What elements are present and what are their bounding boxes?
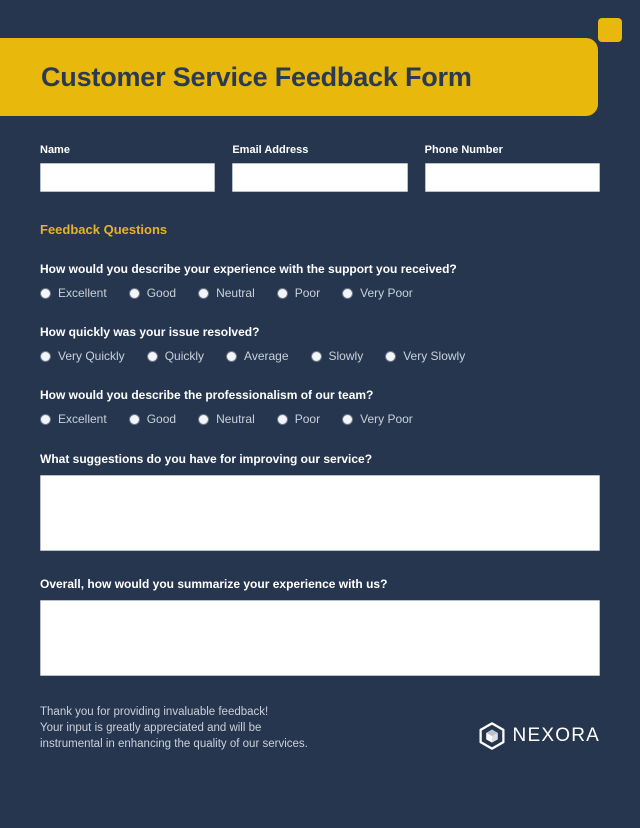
- header-banner: Customer Service Feedback Form: [0, 38, 598, 116]
- summary-textarea[interactable]: [40, 600, 600, 676]
- radio-option-label: Quickly: [164, 349, 205, 363]
- radio-icon[interactable]: [385, 350, 397, 362]
- page-footer: Thank you for providing invaluable feedb…: [40, 704, 600, 752]
- field-label-phone: Phone Number: [424, 144, 503, 156]
- radio-option[interactable]: Excellent: [40, 412, 107, 426]
- radio-icon[interactable]: [128, 413, 140, 425]
- radio-option[interactable]: Very Poor: [342, 286, 413, 300]
- field-label-email: Email Address: [232, 144, 309, 156]
- radio-option-label: Excellent: [58, 286, 107, 300]
- radio-option[interactable]: Quickly: [146, 349, 205, 363]
- suggestions-textarea[interactable]: [40, 475, 600, 551]
- radio-icon[interactable]: [40, 350, 51, 362]
- question-text: How would you describe your experience w…: [40, 262, 457, 276]
- radio-icon[interactable]: [128, 287, 140, 299]
- question-text: Overall, how would you summarize your ex…: [40, 577, 388, 591]
- field-email: Email Address: [232, 144, 408, 192]
- question-text: What suggestions do you have for improvi…: [40, 452, 373, 466]
- footer-message: Thank you for providing invaluable feedb…: [40, 704, 308, 752]
- radio-option-label: Neutral: [216, 286, 255, 300]
- options-row: Excellent Good Neutral Poor Very Poor: [40, 412, 600, 426]
- radio-option-label: Neutral: [216, 412, 255, 426]
- radio-icon[interactable]: [342, 287, 354, 299]
- radio-icon[interactable]: [310, 350, 322, 362]
- options-row: Excellent Good Neutral Poor Very Poor: [40, 286, 600, 300]
- question-resolution-speed: How quickly was your issue resolved? Ver…: [40, 325, 600, 363]
- page-title: Customer Service Feedback Form: [41, 61, 472, 92]
- radio-option[interactable]: Poor: [276, 286, 321, 300]
- radio-icon[interactable]: [342, 413, 354, 425]
- radio-icon[interactable]: [198, 413, 210, 425]
- radio-icon[interactable]: [40, 413, 51, 425]
- radio-option[interactable]: Neutral: [198, 286, 255, 300]
- brand-logo: NEXORA: [478, 722, 600, 750]
- options-row: Very Quickly Quickly Average Slowly Very…: [40, 349, 600, 363]
- section-title-feedback-questions: Feedback Questions: [40, 222, 168, 237]
- radio-icon[interactable]: [146, 350, 158, 362]
- radio-icon[interactable]: [276, 413, 288, 425]
- question-experience: How would you describe your experience w…: [40, 262, 600, 300]
- field-label-name: Name: [40, 144, 70, 156]
- radio-option-label: Average: [244, 349, 289, 363]
- radio-option[interactable]: Poor: [276, 412, 321, 426]
- question-professionalism: How would you describe the professionali…: [40, 388, 600, 426]
- radio-option-label: Good: [146, 286, 177, 300]
- question-text: How would you describe the professionali…: [40, 388, 374, 402]
- radio-option[interactable]: Average: [226, 349, 289, 363]
- email-input[interactable]: [232, 163, 408, 192]
- radio-icon[interactable]: [40, 287, 51, 299]
- brand-name: NEXORA: [512, 725, 600, 746]
- radio-option[interactable]: Slowly: [310, 349, 364, 363]
- radio-option[interactable]: Good: [128, 412, 177, 426]
- footer-line-3: instrumental in enhancing the quality of…: [40, 738, 308, 750]
- radio-icon[interactable]: [276, 287, 288, 299]
- footer-line-2: Your input is greatly appreciated and wi…: [40, 722, 262, 734]
- question-text: How quickly was your issue resolved?: [40, 325, 260, 339]
- radio-option-label: Slowly: [328, 349, 364, 363]
- form-content: Name Email Address Phone Number Feedback…: [0, 144, 640, 752]
- radio-icon[interactable]: [198, 287, 210, 299]
- contact-fields-row: Name Email Address Phone Number: [40, 144, 600, 192]
- radio-option[interactable]: Very Poor: [342, 412, 413, 426]
- radio-option-label: Excellent: [58, 412, 107, 426]
- radio-option-label: Good: [146, 412, 177, 426]
- radio-option-label: Poor: [294, 286, 321, 300]
- radio-option-label: Poor: [294, 412, 321, 426]
- radio-option[interactable]: Neutral: [198, 412, 255, 426]
- nexora-hexagon-cube-icon: [479, 722, 505, 750]
- radio-option-label: Very Poor: [360, 412, 413, 426]
- page-header: Customer Service Feedback Form: [0, 0, 640, 122]
- name-input[interactable]: [40, 163, 216, 192]
- field-phone: Phone Number: [424, 144, 600, 192]
- field-name: Name: [40, 144, 216, 192]
- radio-option[interactable]: Very Slowly: [385, 349, 465, 363]
- radio-option-label: Very Poor: [360, 286, 413, 300]
- question-overall-summary: Overall, how would you summarize your ex…: [40, 577, 600, 676]
- radio-option[interactable]: Excellent: [40, 286, 107, 300]
- accent-square-decoration: [598, 18, 622, 42]
- radio-icon[interactable]: [226, 350, 238, 362]
- footer-line-1: Thank you for providing invaluable feedb…: [40, 706, 269, 718]
- radio-option-label: Very Quickly: [58, 349, 125, 363]
- radio-option-label: Very Slowly: [403, 349, 466, 363]
- phone-input[interactable]: [424, 163, 600, 192]
- question-suggestions: What suggestions do you have for improvi…: [40, 452, 600, 551]
- radio-option[interactable]: Very Quickly: [40, 349, 125, 363]
- radio-option[interactable]: Good: [128, 286, 177, 300]
